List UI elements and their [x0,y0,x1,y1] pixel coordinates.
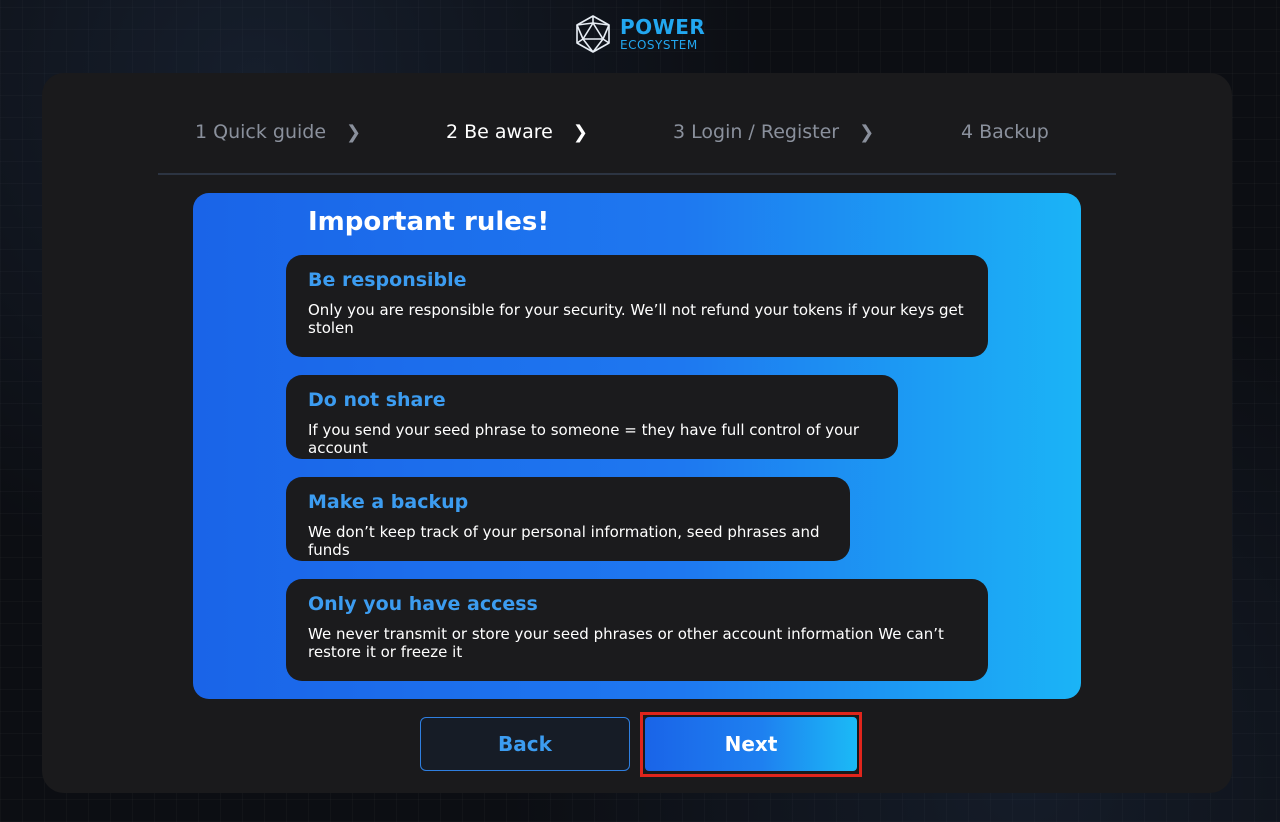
step-be-aware[interactable]: 2 Be aware ❯ [446,121,588,143]
step-label: 1 Quick guide [195,121,327,143]
next-button[interactable]: Next [645,717,857,771]
stepper: 1 Quick guide ❯ 2 Be aware ❯ 3 Login / R… [158,117,1116,175]
step-label: 2 Be aware [446,121,553,143]
rule-card: Do not share If you send your seed phras… [286,375,898,459]
rule-body: We don’t keep track of your personal inf… [308,523,820,559]
rule-body: We never transmit or store your seed phr… [308,625,944,661]
rule-title: Make a backup [308,491,469,513]
onboarding-card: 1 Quick guide ❯ 2 Be aware ❯ 3 Login / R… [42,73,1232,793]
step-backup[interactable]: 4 Backup [961,121,1049,143]
brand-name: POWER [620,15,706,39]
panel-title: Important rules! [308,207,550,237]
step-login-register[interactable]: 3 Login / Register ❯ [673,121,874,143]
step-label: 4 Backup [961,121,1049,143]
rules-panel: Important rules! Be responsible Only you… [193,193,1081,699]
rule-card: Make a backup We don’t keep track of you… [286,477,850,561]
rule-body: If you send your seed phrase to someone … [308,421,860,457]
rule-card: Be responsible Only you are responsible … [286,255,988,357]
chevron-right-icon: ❯ [572,121,588,143]
step-quick-guide[interactable]: 1 Quick guide ❯ [195,121,361,143]
rule-card: Only you have access We never transmit o… [286,579,988,681]
step-label: 3 Login / Register [673,121,840,143]
chevron-right-icon: ❯ [346,121,362,143]
geodesic-sphere-icon [576,15,610,53]
back-button[interactable]: Back [420,717,630,771]
rule-body: Only you are responsible for your securi… [308,301,964,337]
rule-title: Do not share [308,389,446,411]
rule-title: Only you have access [308,593,538,615]
brand-logo: POWER ECOSYSTEM [574,14,705,54]
brand-subname: ECOSYSTEM [620,38,698,52]
chevron-right-icon: ❯ [859,121,875,143]
rule-title: Be responsible [308,269,467,291]
